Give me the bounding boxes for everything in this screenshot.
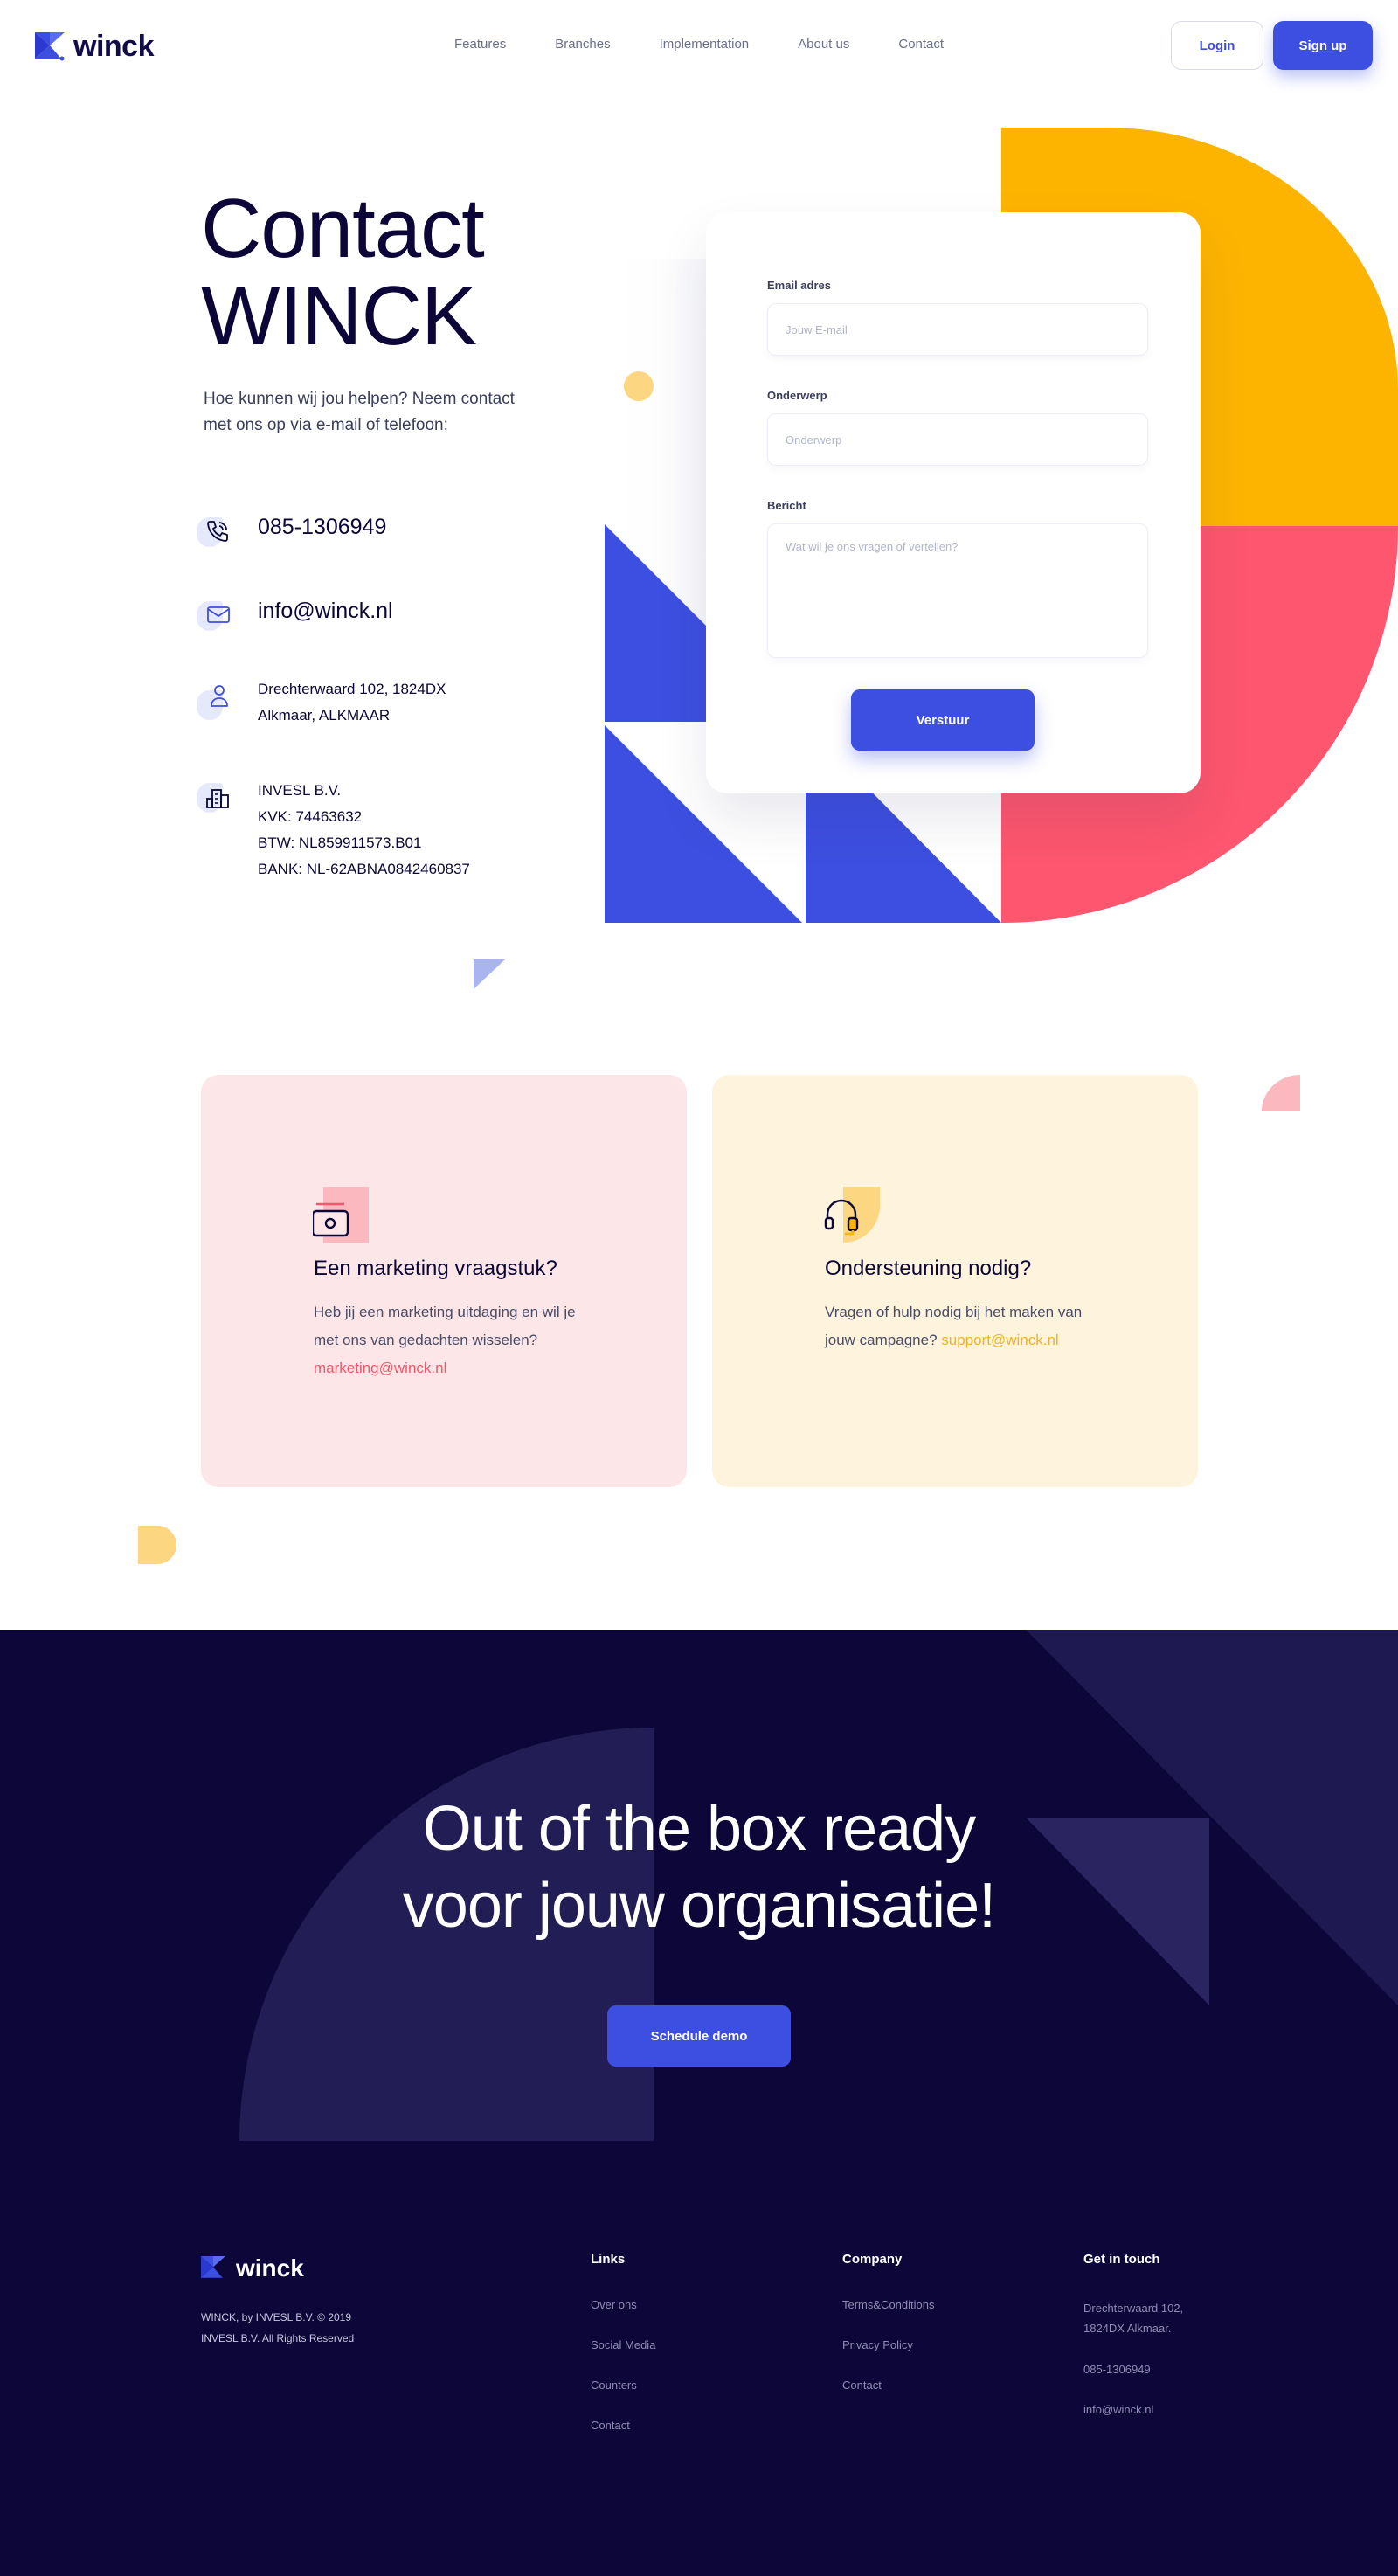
mail-icon [207,606,230,623]
submit-button[interactable]: Verstuur [851,689,1035,751]
winck-logo-icon [35,31,65,60]
subject-field[interactable] [767,413,1148,466]
copyright-line2: INVESL B.V. All Rights Reserved [201,2332,355,2344]
nav-link-contact[interactable]: Contact [898,37,944,52]
contact-phone: 085-1306949 [197,512,386,552]
pink-quarter-decoration [1262,1075,1300,1111]
building-icon [206,789,229,808]
support-card: Ondersteuning nodig? Vragen of hulp nodi… [712,1075,1198,1487]
login-button[interactable]: Login [1171,21,1263,70]
address-line1: Drechterwaard 102, 1824DX [258,681,446,697]
phone-icon-wrap [197,512,237,552]
footer-link-terms[interactable]: Terms&Conditions [842,2298,935,2311]
footer-links-title: Links [591,2252,626,2267]
page-title-line2: WINCK [201,269,477,363]
support-email-link[interactable]: support@winck.nl [941,1332,1058,1348]
hero-subtitle: Hoe kunnen wij jou helpen? Neem contact … [204,390,515,434]
copyright-line1: WINCK, by INVESL B.V. © 2019 [201,2311,352,2323]
message-label: Bericht [767,499,806,512]
cta-footer-section: Out of the box ready voor jouw organisat… [0,1630,1398,2576]
company-icon-wrap [197,778,237,818]
winck-logo-icon [201,2256,225,2278]
contact-email: info@winck.nl [197,596,393,636]
nav-link-implementation[interactable]: Implementation [660,37,750,52]
wallet-icon [313,1187,369,1243]
headset-icon [824,1187,880,1243]
support-card-title: Ondersteuning nodig? [825,1257,1032,1280]
nav-link-branches[interactable]: Branches [555,37,610,52]
marketing-card-title: Een marketing vraagstuk? [314,1257,557,1280]
footer-address-line2: 1824DX Alkmaar. [1083,2322,1172,2335]
company-bank: BANK: NL-62ABNA0842460837 [258,861,470,877]
footer-link-privacy[interactable]: Privacy Policy [842,2338,935,2351]
nav-link-features[interactable]: Features [454,37,506,52]
company-btw: BTW: NL859911573.B01 [258,834,422,851]
footer-address-line1: Drechterwaard 102, [1083,2302,1184,2315]
contact-phone-number[interactable]: 085-1306949 [258,512,386,542]
footer-company-column: Company Terms&Conditions Privacy Policy … [842,2252,935,2419]
footer-brand-name: winck [236,2254,304,2282]
company-kvk: KVK: 74463632 [258,808,363,825]
company-name: INVESL B.V. [258,782,342,799]
mail-icon-wrap [197,596,237,636]
brand-logo[interactable]: winck [35,30,154,64]
message-field[interactable] [767,523,1148,658]
footer-email[interactable]: info@winck.nl [1083,2403,1183,2416]
phone-icon [207,521,228,542]
contact-address: Drechterwaard 102, 1824DX Alkmaar, ALKMA… [197,676,446,729]
footer-link-over-ons[interactable]: Over ons [591,2298,655,2311]
cta-title: Out of the box ready voor jouw organisat… [0,1790,1398,1944]
footer-company-title: Company [842,2252,903,2267]
footer-copyright: WINCK, by INVESL B.V. © 2019 INVESL B.V.… [201,2307,354,2349]
small-triangle-decoration [474,959,505,989]
marketing-card: Een marketing vraagstuk? Heb jij een mar… [201,1075,687,1487]
footer-link-contact[interactable]: Contact [591,2419,655,2432]
footer-logo[interactable]: winck [201,2254,304,2282]
nav-links: Features Branches Implementation About u… [454,37,944,52]
footer-touch-title: Get in touch [1083,2252,1160,2267]
brand-name: winck [73,30,154,63]
subject-label: Onderwerp [767,389,827,402]
nav-link-about-us[interactable]: About us [798,37,849,52]
person-pin-icon [211,685,228,707]
location-icon-wrap [197,676,237,720]
marketing-card-body: Heb jij een marketing uitdaging en wil j… [314,1304,576,1348]
page-title: Contact WINCK [201,182,485,363]
page-title-line1: Contact [201,182,485,275]
marketing-email-link[interactable]: marketing@winck.nl [314,1360,446,1376]
top-navigation: winck Features Branches Implementation A… [0,0,1398,91]
yellow-drop-decoration [138,1526,176,1564]
marketing-card-text: Heb jij een marketing uitdaging en wil j… [314,1298,585,1382]
footer-link-company-contact[interactable]: Contact [842,2379,935,2392]
footer-touch-column: Get in touch Drechterwaard 102, 1824DX A… [1083,2252,1183,2443]
contact-email-address[interactable]: info@winck.nl [258,596,393,626]
cta-title-line2: voor jouw organisatie! [402,1871,996,1941]
email-field[interactable] [767,303,1148,356]
email-label: Email adres [767,279,831,292]
footer-links-column: Links Over ons Social Media Counters Con… [591,2252,655,2459]
address-line2: Alkmaar, ALKMAAR [258,707,391,724]
contact-company: INVESL B.V. KVK: 74463632 BTW: NL8599115… [197,778,470,883]
support-card-text: Vragen of hulp nodig bij het maken van j… [825,1298,1096,1354]
cta-title-line1: Out of the box ready [422,1794,976,1864]
signup-button[interactable]: Sign up [1273,21,1373,70]
footer-phone[interactable]: 085-1306949 [1083,2363,1183,2376]
footer-link-social-media[interactable]: Social Media [591,2338,655,2351]
footer-link-counters[interactable]: Counters [591,2379,655,2392]
schedule-demo-button[interactable]: Schedule demo [607,2005,791,2067]
contact-form-card: Email adres Onderwerp Bericht Verstuur [706,212,1201,793]
